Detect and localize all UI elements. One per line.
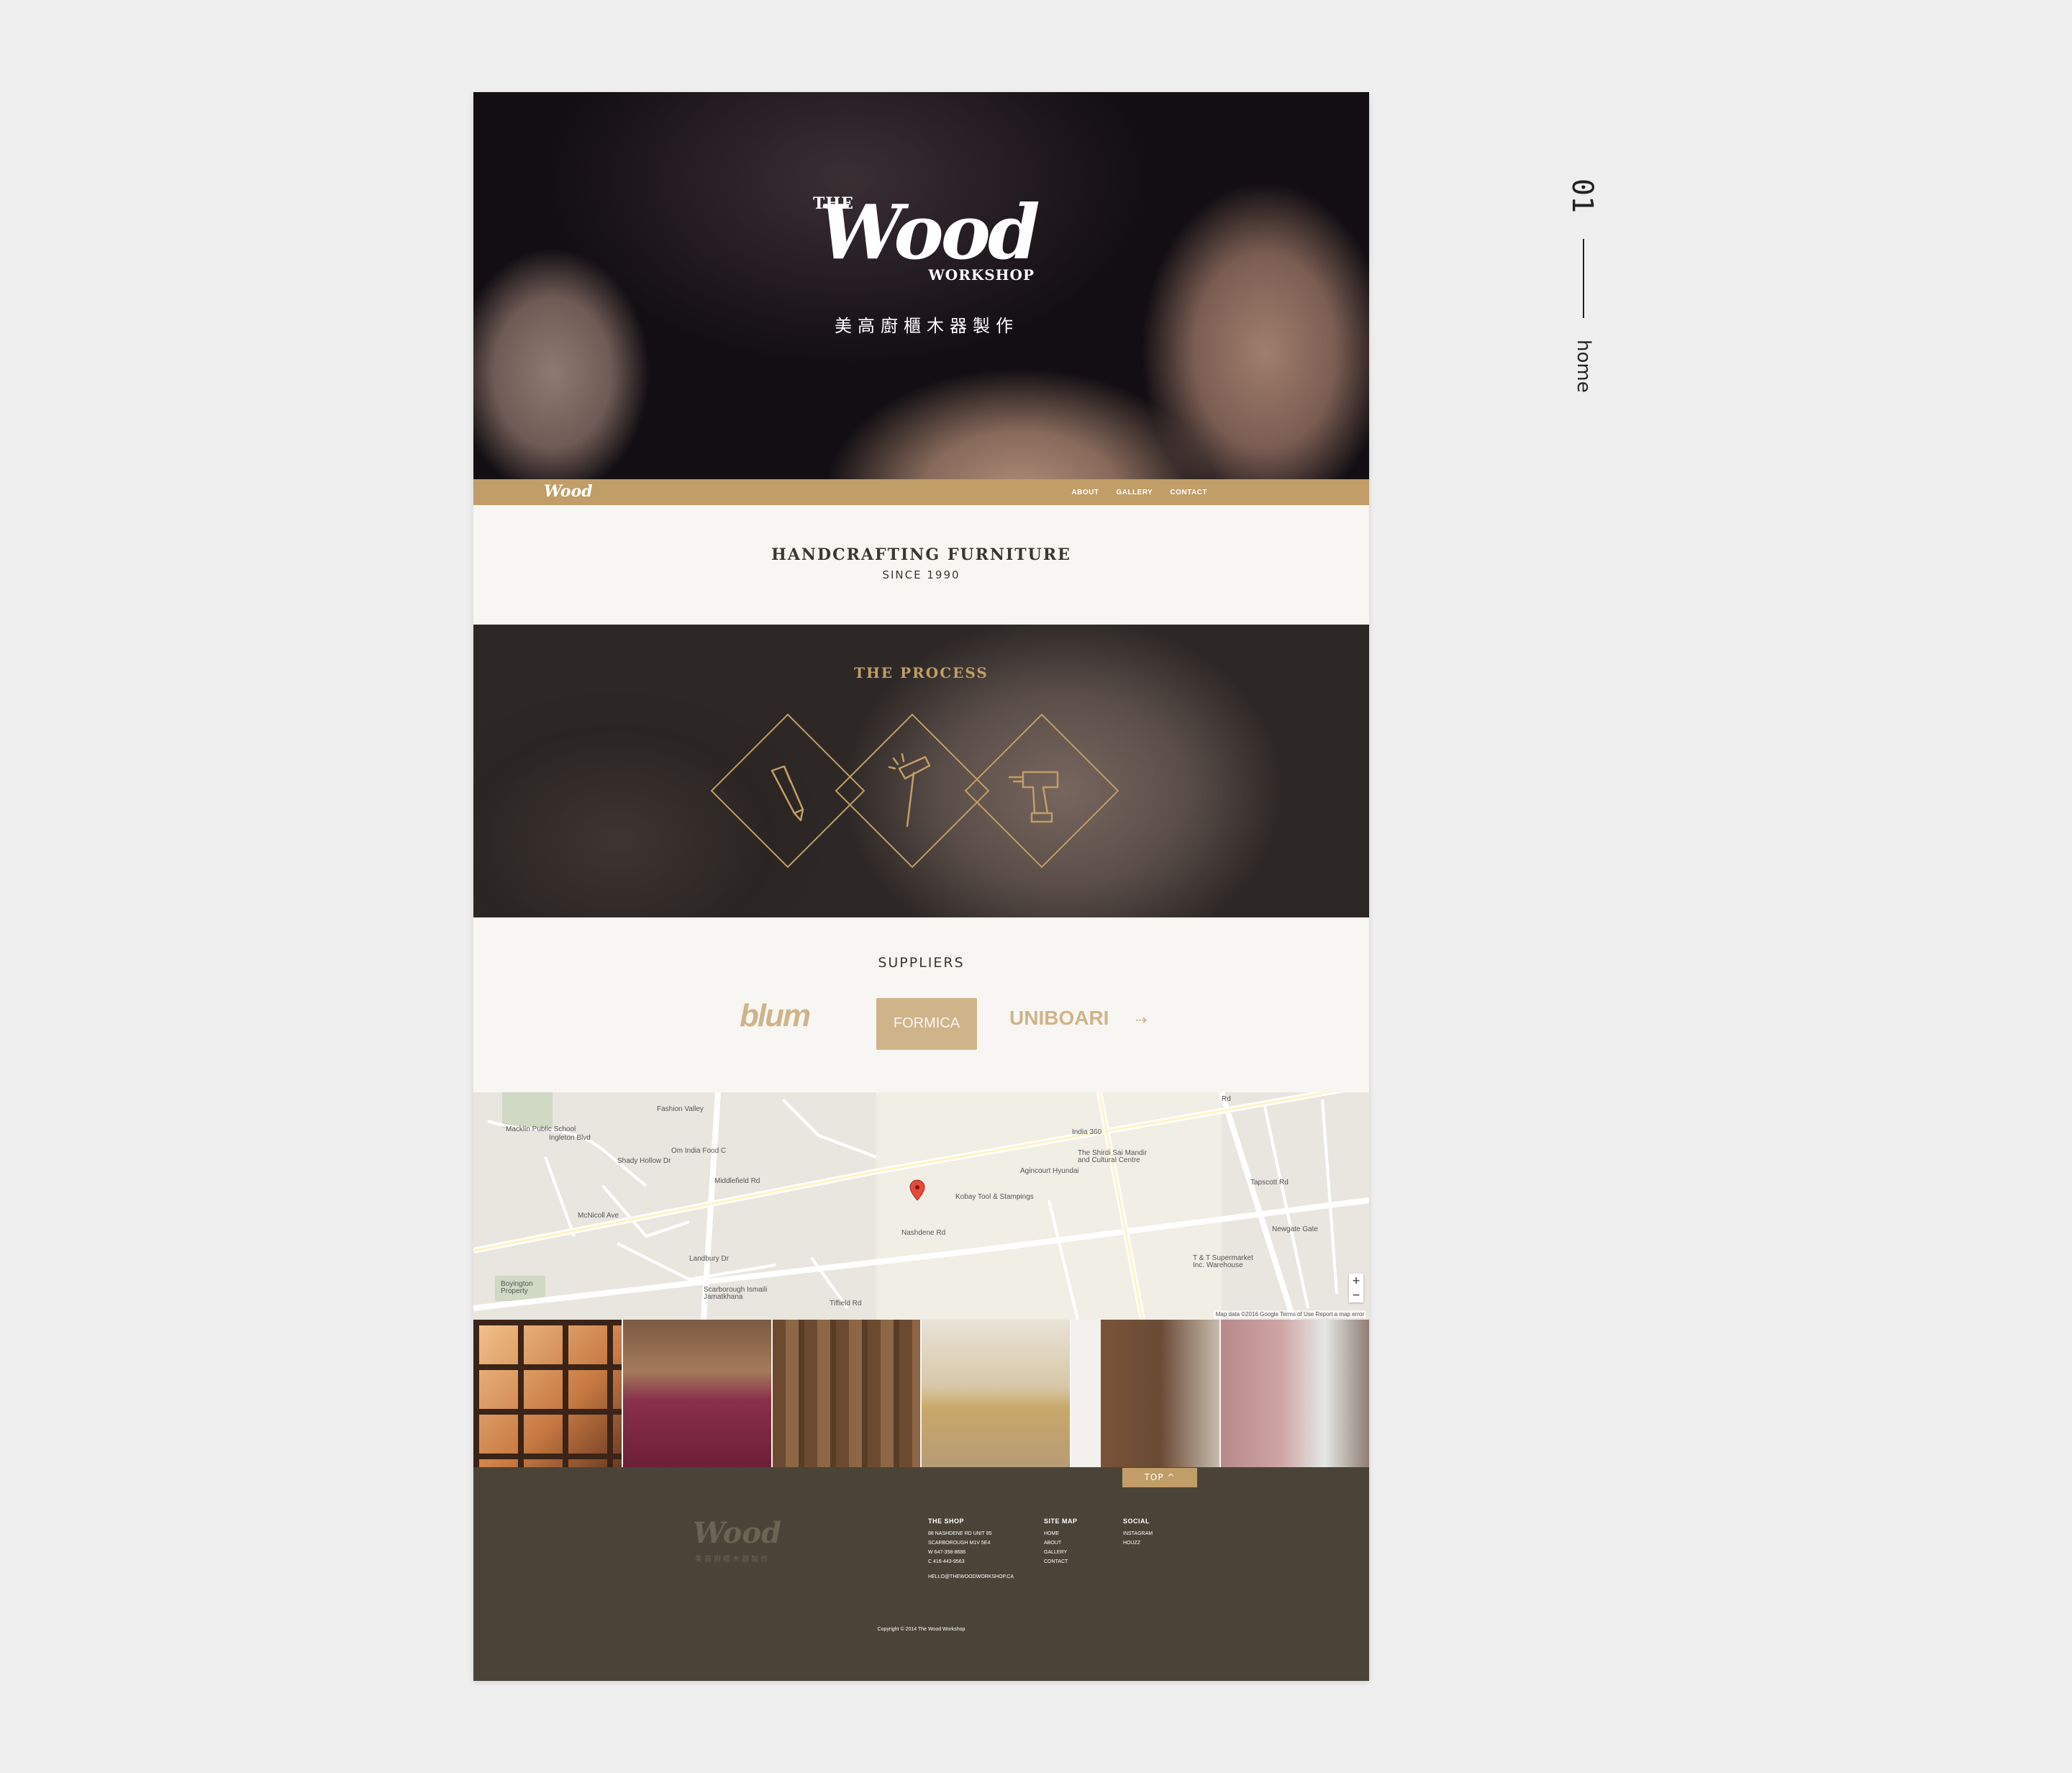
map-label: Landbury Dr: [689, 1255, 730, 1263]
footer-link-houzz[interactable]: HOUZZ: [1123, 1538, 1153, 1548]
nav-logo[interactable]: Wood: [544, 482, 593, 501]
map-label: Agincourt Hyundai: [1020, 1167, 1079, 1175]
shop-address-line: 88 NASHDENE RD UNIT 85: [928, 1531, 992, 1536]
gallery-image-shelving[interactable]: [473, 1320, 623, 1467]
footer-link-instagram[interactable]: INSTAGRAM: [1123, 1529, 1153, 1538]
slide-number: 01: [1566, 178, 1599, 214]
supplier-logo-blum[interactable]: blum: [740, 998, 811, 1034]
map-label: Tapscott Rd: [1250, 1179, 1289, 1187]
map-label: India 360: [1072, 1128, 1102, 1136]
suppliers-section: SUPPLIERS blum FORMICA UNIBOARI ⇢: [473, 917, 1369, 1092]
map-label: Newgate Gate: [1272, 1225, 1318, 1233]
footer-link-contact[interactable]: CONTACT: [1044, 1557, 1078, 1566]
footer-social-heading: SOCIAL: [1123, 1518, 1150, 1525]
footer-logo-wood: Wood: [693, 1516, 781, 1550]
intro-subtitle: SINCE 1990: [882, 568, 960, 581]
map-label: McNicoll Ave: [578, 1212, 619, 1220]
footer-shop-column: THE SHOP 88 NASHDENE RD UNIT 85 SCARBORO…: [928, 1518, 1014, 1582]
nav-links: ABOUT GALLERY CONTACT: [1071, 479, 1207, 505]
map-label: Boyington Property: [501, 1280, 533, 1295]
supplier-logo-uniboard[interactable]: UNIBOARI: [1009, 1007, 1109, 1030]
map-label: T & T Supermarket Inc. Warehouse: [1193, 1254, 1253, 1269]
shop-phone-c: C 416-443-9563: [928, 1559, 965, 1564]
slide-label: home: [1573, 340, 1594, 393]
map-label: Om India Food C: [671, 1147, 727, 1155]
hero-tagline: 美高廚櫃木器製作: [835, 316, 1019, 336]
footer-logo: Wood 美高廚櫃木器製作: [693, 1516, 781, 1564]
logo-the: THE: [813, 194, 854, 213]
map-zoom-controls: + −: [1349, 1274, 1363, 1302]
footer-link-about[interactable]: ABOUT: [1044, 1538, 1078, 1548]
shop-spacer: [928, 1566, 1014, 1572]
hammer-icon: [888, 753, 931, 827]
map-label: Rd: [1222, 1095, 1231, 1103]
footer: Wood 美高廚櫃木器製作 THE SHOP 88 NASHDENE RD UN…: [473, 1467, 1369, 1681]
map-zoom-in-button[interactable]: +: [1349, 1274, 1363, 1288]
nav-link-about[interactable]: ABOUT: [1071, 489, 1099, 496]
process-section: THE PROCESS: [473, 625, 1369, 917]
drill-icon: [1009, 771, 1059, 823]
footer-link-home[interactable]: HOME: [1044, 1529, 1078, 1538]
back-to-top-button[interactable]: TOP ^: [1122, 1468, 1197, 1487]
footer-sitemap-column: SITE MAP HOME ABOUT GALLERY CONTACT: [1044, 1518, 1078, 1566]
footer-copyright: Copyright © 2014 The Wood Workshop: [877, 1627, 965, 1632]
map-label: Kobay Tool & Stampings: [955, 1193, 1034, 1201]
map-label: Tiffield Rd: [830, 1300, 862, 1307]
map-attribution[interactable]: Map data ©2016 Google Terms of Use Repor…: [1213, 1310, 1366, 1318]
nav-link-gallery[interactable]: GALLERY: [1116, 489, 1153, 496]
map-label: The Shirdi Sai Mandir and Cultural Centr…: [1078, 1149, 1148, 1164]
process-diamond-1: [710, 713, 865, 869]
location-map[interactable]: Fashion Valley Macklin Public School Om …: [473, 1092, 1369, 1320]
footer-sitemap-heading: SITE MAP: [1044, 1518, 1078, 1525]
map-label: Macklin Public School: [506, 1125, 576, 1133]
footer-logo-cn: 美高廚櫃木器製作: [695, 1556, 770, 1564]
website-page: THE Wood WORKSHOP 美高廚櫃木器製作 Wood ABOUT GA…: [473, 92, 1369, 1681]
map-label: Scarborough Ismaili Jamatkhana: [704, 1286, 768, 1301]
footer-link-gallery[interactable]: GALLERY: [1044, 1548, 1078, 1557]
shop-city-line: SCARBOROUGH M1V 5E4: [928, 1541, 991, 1546]
logo-workshop: WORKSHOP: [928, 266, 1035, 284]
gallery-image-booths[interactable]: [622, 1320, 773, 1467]
process-diamonds: [710, 713, 1119, 869]
hero-logo: THE Wood WORKSHOP: [813, 193, 1040, 284]
map-label: Nashdene Rd: [901, 1229, 946, 1237]
map-label: Middlefield Rd: [714, 1177, 760, 1185]
pencil-icon: [771, 765, 804, 822]
map-zoom-out-button[interactable]: −: [1349, 1288, 1363, 1302]
map-label: Fashion Valley: [657, 1105, 704, 1113]
map-label: Ingleton Blvd: [549, 1134, 591, 1142]
intro-section: HANDCRAFTING FURNITURE SINCE 1990: [473, 505, 1369, 625]
gallery-image-panels[interactable]: [772, 1320, 922, 1467]
footer-social-column: SOCIAL INSTAGRAM HOUZZ: [1123, 1518, 1153, 1548]
gallery-image-display[interactable]: [1221, 1320, 1369, 1467]
shop-email-link[interactable]: HELLO@THEWOODWORKSHOP.CA: [928, 1572, 1014, 1582]
supplier-logo-formica[interactable]: FORMICA: [876, 998, 977, 1050]
gallery-strip: [473, 1320, 1369, 1467]
intro-title: HANDCRAFTING FURNITURE: [771, 545, 1071, 564]
gallery-image-kitchen[interactable]: [1071, 1320, 1222, 1467]
gallery-image-counter[interactable]: [922, 1320, 1072, 1467]
nav-link-contact[interactable]: CONTACT: [1170, 489, 1207, 496]
nav-bar: Wood ABOUT GALLERY CONTACT: [473, 479, 1369, 505]
suppliers-next-arrow[interactable]: ⇢: [1135, 1011, 1148, 1028]
map-label: Shady Hollow Dr: [617, 1157, 671, 1165]
shop-phone-w: W 647-358-8686: [928, 1550, 966, 1555]
hero-banner: THE Wood WORKSHOP 美高廚櫃木器製作: [473, 92, 1369, 479]
footer-shop-heading: THE SHOP: [928, 1518, 965, 1525]
map-roads: [473, 1092, 1369, 1320]
slide-divider: [1583, 239, 1584, 318]
suppliers-title: SUPPLIERS: [878, 955, 965, 971]
formica-label: FORMICA: [893, 1015, 960, 1031]
